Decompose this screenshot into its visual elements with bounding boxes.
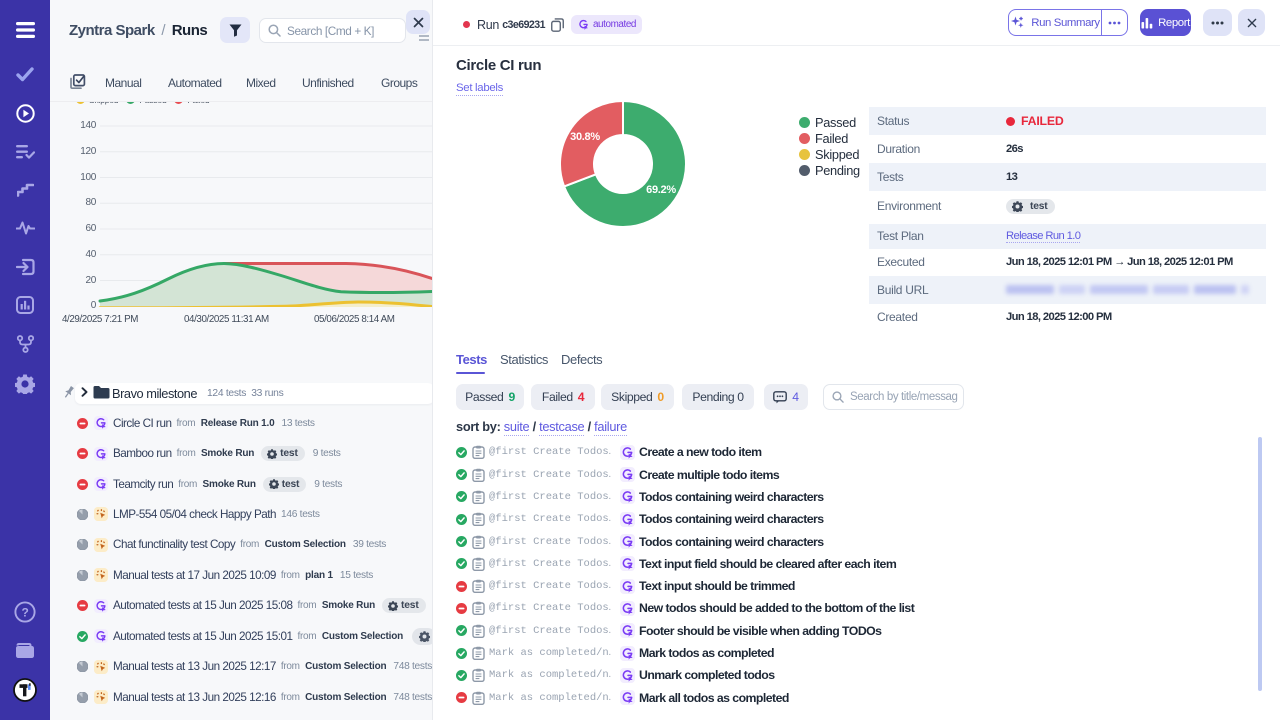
svg-text:30.8%: 30.8% <box>570 131 600 143</box>
svg-text:69.2%: 69.2% <box>646 184 676 196</box>
svg-text:?: ? <box>21 605 28 619</box>
